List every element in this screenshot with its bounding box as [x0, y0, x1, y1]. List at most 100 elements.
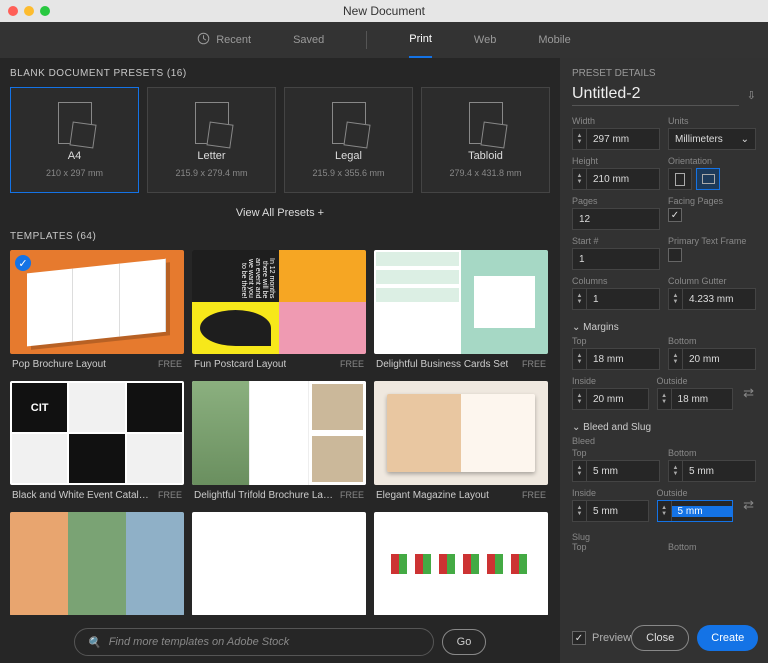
preset-dims: 215.9 x 355.6 mm — [312, 168, 384, 178]
preset-name: Legal — [335, 150, 362, 162]
bleed-bottom-field[interactable]: ▲▼5 mm — [668, 460, 756, 482]
preset-dims: 279.4 x 431.8 mm — [449, 168, 521, 178]
preset-a4[interactable]: A4 210 x 297 mm — [10, 87, 139, 193]
primary-text-frame-checkbox[interactable] — [668, 248, 682, 262]
bleed-inside-label: Inside — [572, 488, 649, 498]
bleed-slug-accordion[interactable]: Bleed and Slug — [572, 422, 756, 433]
pages-field[interactable]: 12 — [572, 208, 660, 230]
primary-text-frame-label: Primary Text Frame — [668, 236, 756, 246]
units-select[interactable]: Millimeters⌄ — [668, 128, 756, 150]
template-card[interactable]: Delightful Trifold Brochure LayoutFREE — [192, 381, 366, 504]
stepper-icon[interactable]: ▲▼ — [573, 349, 587, 369]
tab-label: Print — [409, 33, 432, 45]
create-button[interactable]: Create — [697, 625, 758, 651]
template-card[interactable]: Elegant Magazine LayoutFREE — [374, 381, 548, 504]
stock-search-input[interactable]: 🔍 Find more templates on Adobe Stock — [74, 628, 434, 656]
template-price: FREE — [522, 359, 546, 370]
stepper-icon[interactable]: ▲▼ — [669, 349, 683, 369]
width-field[interactable]: ▲▼297 mm — [572, 128, 660, 150]
orientation-portrait-button[interactable] — [668, 168, 692, 190]
preset-letter[interactable]: Letter 215.9 x 279.4 mm — [147, 87, 276, 193]
stepper-icon[interactable]: ▲▼ — [669, 289, 683, 309]
tab-label: Web — [474, 34, 496, 46]
stepper-icon[interactable]: ▲▼ — [658, 501, 672, 521]
template-price: FREE — [340, 359, 364, 370]
template-card[interactable]: CIT Black and White Event Catalog L…FREE — [10, 381, 184, 504]
height-field[interactable]: ▲▼210 mm — [572, 168, 660, 190]
slug-label: Slug — [572, 532, 756, 542]
facing-pages-checkbox[interactable]: ✓ — [668, 208, 682, 222]
window-title: New Document — [0, 4, 768, 18]
template-price: FREE — [340, 490, 364, 501]
gutter-field[interactable]: ▲▼4.233 mm — [668, 288, 756, 310]
tab-saved[interactable]: Saved — [293, 22, 324, 58]
template-card[interactable]: ✓ Pop Brochure Layout FREE — [10, 250, 184, 373]
tab-mobile[interactable]: Mobile — [538, 22, 570, 58]
template-thumbnail — [374, 512, 548, 615]
view-all-presets-link[interactable]: View All Presets + — [10, 207, 550, 219]
template-thumbnail — [192, 381, 366, 485]
columns-label: Columns — [572, 276, 660, 286]
download-preset-icon[interactable]: ⇩ — [747, 89, 756, 102]
stepper-icon[interactable]: ▲▼ — [573, 461, 587, 481]
template-price: FREE — [522, 490, 546, 501]
template-name: Black and White Event Catalog L… — [12, 490, 152, 501]
bleed-outside-label: Outside — [657, 488, 734, 498]
tab-label: Mobile — [538, 34, 570, 46]
slug-bottom-label: Bottom — [668, 542, 756, 552]
stepper-icon[interactable]: ▲▼ — [669, 461, 683, 481]
stepper-icon[interactable]: ▲▼ — [573, 501, 587, 521]
template-card[interactable]: In 12 months there will be an event and … — [192, 250, 366, 373]
margin-outside-label: Outside — [657, 376, 734, 386]
template-card[interactable]: Delightful Business Cards Set FREE — [374, 250, 548, 373]
margin-outside-field[interactable]: ▲▼18 mm — [657, 388, 734, 410]
margin-bottom-field[interactable]: ▲▼20 mm — [668, 348, 756, 370]
orientation-landscape-button[interactable] — [696, 168, 720, 190]
start-label: Start # — [572, 236, 660, 246]
stepper-icon[interactable]: ▲▼ — [573, 129, 587, 149]
close-button[interactable]: Close — [631, 625, 689, 651]
stepper-icon[interactable]: ▲▼ — [573, 389, 587, 409]
units-label: Units — [668, 116, 756, 126]
selected-check-icon: ✓ — [15, 255, 31, 271]
margin-inside-field[interactable]: ▲▼20 mm — [572, 388, 649, 410]
preview-checkbox[interactable]: ✓ — [572, 631, 586, 645]
search-icon: 🔍 — [87, 636, 101, 649]
page-icon — [58, 102, 92, 144]
template-name: Pop Brochure Layout — [12, 359, 106, 370]
template-name: Delightful Business Cards Set — [376, 359, 508, 370]
link-margins-icon[interactable]: ⇄ — [741, 385, 756, 401]
template-card[interactable] — [10, 512, 184, 615]
go-button[interactable]: Go — [442, 629, 486, 655]
bleed-outside-field[interactable]: ▲▼5 mm — [657, 500, 734, 522]
stepper-icon[interactable]: ▲▼ — [658, 389, 672, 409]
tab-print[interactable]: Print — [409, 22, 432, 58]
stepper-icon[interactable]: ▲▼ — [573, 289, 587, 309]
columns-field[interactable]: ▲▼1 — [572, 288, 660, 310]
preset-name: Letter — [197, 150, 225, 162]
template-thumbnail — [192, 512, 366, 615]
document-name-input[interactable]: Untitled-2 — [572, 85, 739, 106]
template-card[interactable] — [192, 512, 366, 615]
page-icon — [469, 102, 503, 144]
preview-label: Preview — [592, 632, 631, 644]
link-bleed-icon[interactable]: ⇄ — [741, 497, 756, 513]
tab-recent[interactable]: Recent — [197, 22, 251, 58]
tab-web[interactable]: Web — [474, 22, 496, 58]
margins-accordion[interactable]: Margins — [572, 322, 756, 333]
template-thumbnail — [10, 512, 184, 615]
template-card[interactable] — [374, 512, 548, 615]
margin-top-field[interactable]: ▲▼18 mm — [572, 348, 660, 370]
preset-legal[interactable]: Legal 215.9 x 355.6 mm — [284, 87, 413, 193]
bleed-top-field[interactable]: ▲▼5 mm — [572, 460, 660, 482]
margin-inside-label: Inside — [572, 376, 649, 386]
preset-tabloid[interactable]: Tabloid 279.4 x 431.8 mm — [421, 87, 550, 193]
template-thumbnail: ✓ — [10, 250, 184, 354]
template-thumbnail: CIT — [10, 381, 184, 485]
margin-top-label: Top — [572, 336, 660, 346]
template-price: FREE — [158, 359, 182, 370]
stepper-icon[interactable]: ▲▼ — [573, 169, 587, 189]
start-field[interactable]: 1 — [572, 248, 660, 270]
height-label: Height — [572, 156, 660, 166]
bleed-inside-field[interactable]: ▲▼5 mm — [572, 500, 649, 522]
